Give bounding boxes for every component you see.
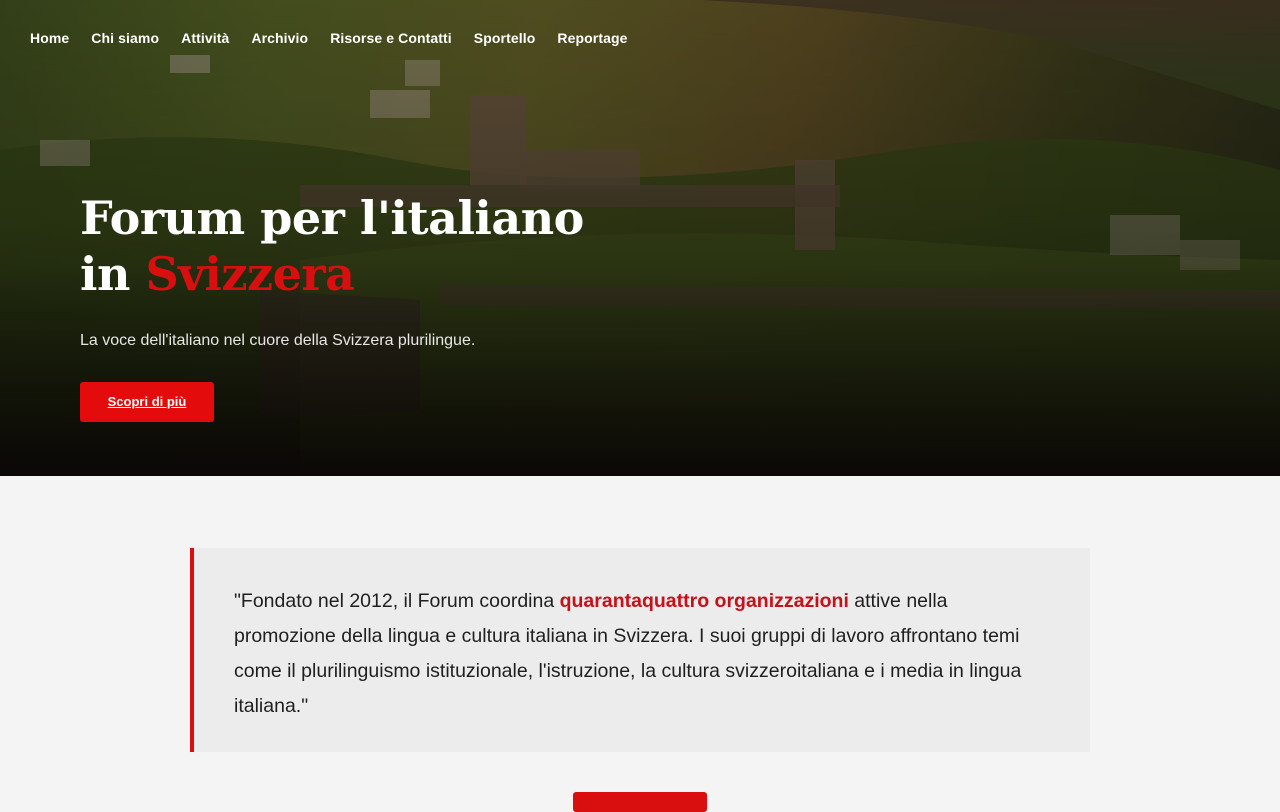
quote-part1: "Fondato nel 2012, il Forum coordina xyxy=(234,590,560,612)
hero-title: Forum per l'italiano in Svizzera xyxy=(80,190,584,302)
nav-item-reportage[interactable]: Reportage xyxy=(557,30,627,46)
hero-content: Forum per l'italiano in Svizzera La voce… xyxy=(80,190,584,422)
intro-quote-block: "Fondato nel 2012, il Forum coordina qua… xyxy=(190,548,1090,752)
hero-section: Home Chi siamo Attività Archivio Risorse… xyxy=(0,0,1280,476)
intro-quote-text: "Fondato nel 2012, il Forum coordina qua… xyxy=(234,584,1054,724)
nav-item-home[interactable]: Home xyxy=(30,30,69,46)
nav-item-archivio[interactable]: Archivio xyxy=(251,30,308,46)
section-button[interactable] xyxy=(573,792,707,812)
nav-item-sportello[interactable]: Sportello xyxy=(474,30,536,46)
hero-title-in: in xyxy=(80,247,146,301)
hero-title-accent: Svizzera xyxy=(145,247,355,301)
nav-item-chi-siamo[interactable]: Chi siamo xyxy=(91,30,159,46)
nav-item-risorse-contatti[interactable]: Risorse e Contatti xyxy=(330,30,452,46)
main-nav: Home Chi siamo Attività Archivio Risorse… xyxy=(30,30,628,46)
hero-title-line1: Forum per l'italiano xyxy=(80,191,584,245)
hero-subtitle: La voce dell'italiano nel cuore della Sv… xyxy=(80,332,476,349)
quote-highlight: quarantaquattro organizzazioni xyxy=(559,590,849,612)
discover-more-button[interactable]: Scopri di più xyxy=(80,382,214,422)
nav-item-attivita[interactable]: Attività xyxy=(181,30,229,46)
